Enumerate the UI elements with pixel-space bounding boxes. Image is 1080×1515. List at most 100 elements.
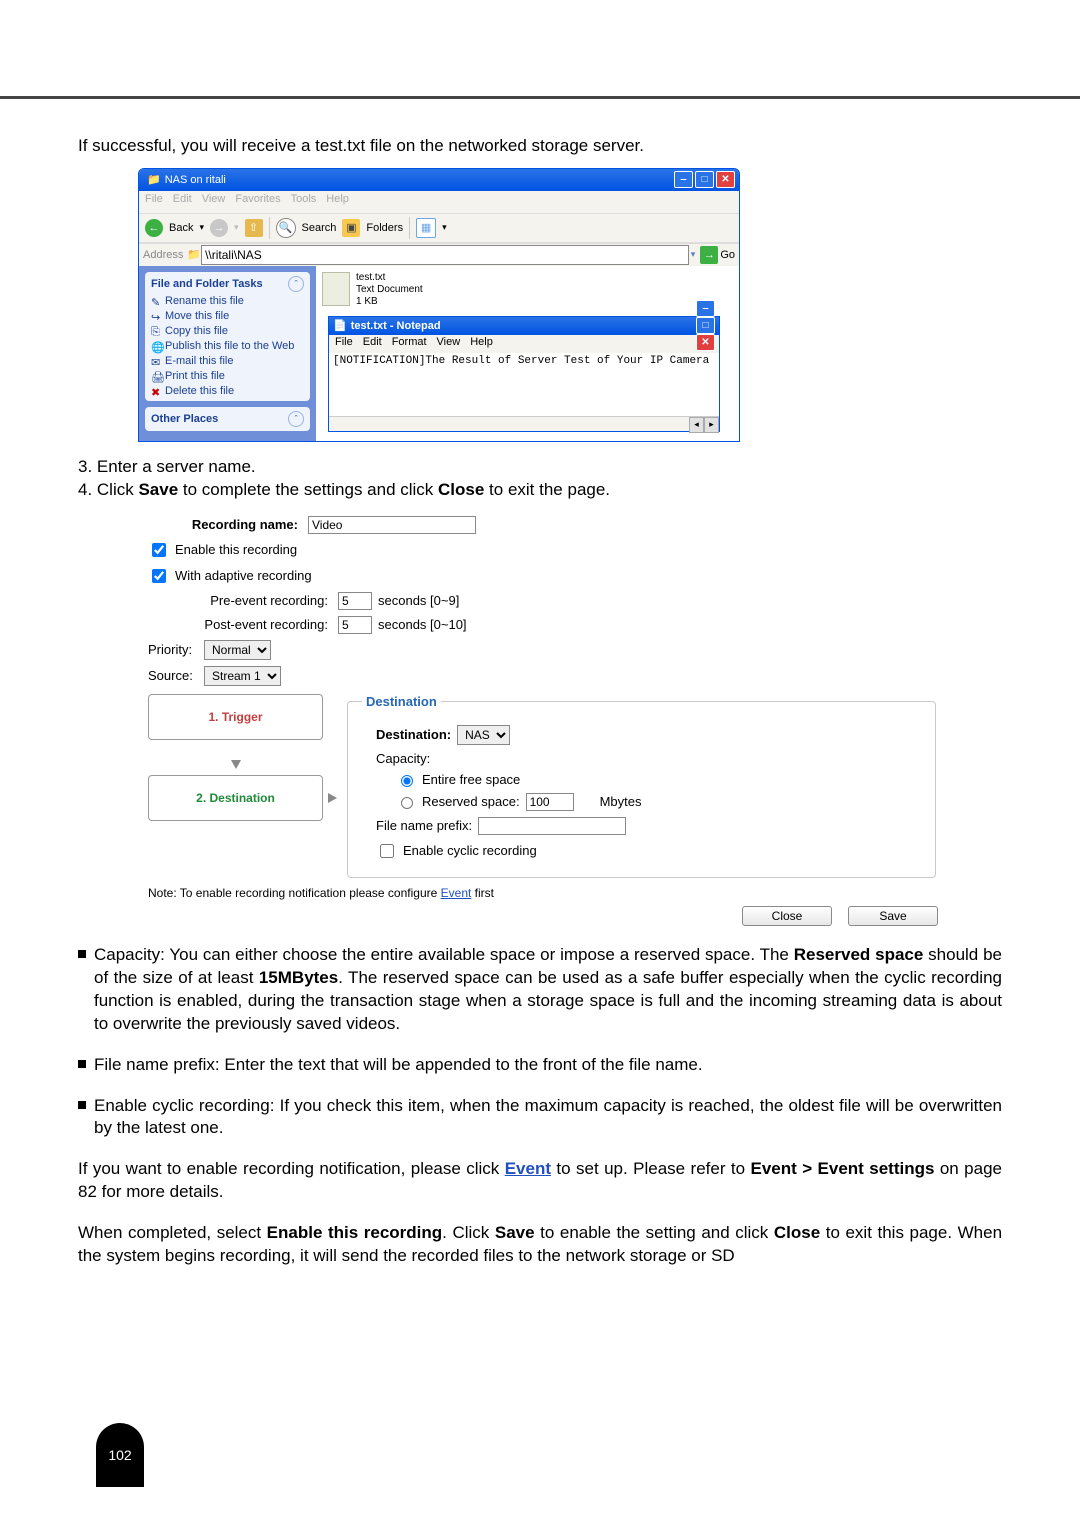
back-icon[interactable]: ← <box>145 219 163 237</box>
prefix-input[interactable] <box>478 817 626 835</box>
search-label[interactable]: Search <box>302 222 337 234</box>
page-header <box>0 0 1080 99</box>
source-select[interactable]: Stream 1 <box>204 666 281 686</box>
explorer-titlebar: 📁 NAS on ritali ‒ □ ✕ <box>139 169 739 191</box>
arrow-down-icon <box>231 760 241 769</box>
reserved-space-radio[interactable] <box>401 797 413 809</box>
sidebar-tasks-title: File and Folder Tasks <box>151 278 263 290</box>
textfile-icon <box>322 272 350 306</box>
close-button[interactable]: Close <box>742 906 832 926</box>
explorer-sidebar: File and Folder Tasks ˆ ✎Rename this file… <box>139 266 316 441</box>
post-event-label: Post-event recording: <box>178 617 328 632</box>
arrow-right-icon <box>328 793 337 803</box>
source-label: Source: <box>148 668 198 683</box>
pre-event-label: Pre-event recording: <box>178 593 328 608</box>
reserved-space-unit: Mbytes <box>600 794 642 809</box>
destination-label: Destination: <box>376 727 451 742</box>
task-publish[interactable]: 🌐Publish this file to the Web <box>151 340 304 352</box>
file-size: 1 KB <box>356 296 423 308</box>
adaptive-recording-label: With adaptive recording <box>175 568 312 583</box>
task-email[interactable]: ✉E-mail this file <box>151 355 304 367</box>
folder-icon: 📁 <box>147 173 161 186</box>
forward-icon[interactable]: → <box>210 219 228 237</box>
folders-icon[interactable]: ▣ <box>342 219 360 237</box>
task-rename[interactable]: ✎Rename this file <box>151 295 304 307</box>
step-destination[interactable]: 2. Destination <box>148 775 323 821</box>
notepad-window: 📄 test.txt - Notepad ‒ □ ✕ FileEditForma… <box>328 316 720 432</box>
pre-event-unit: seconds [0~9] <box>378 593 459 608</box>
file-item[interactable]: test.txt Text Document 1 KB <box>322 272 733 308</box>
notepad-title: test.txt - Notepad <box>351 320 441 332</box>
event-link-2[interactable]: Event <box>505 1159 551 1178</box>
file-name: test.txt <box>356 272 423 284</box>
task-delete[interactable]: ✖Delete this file <box>151 385 304 397</box>
explorer-window: 📁 NAS on ritali ‒ □ ✕ FileEditViewFavori… <box>138 168 740 442</box>
view-icon[interactable]: ▦ <box>416 218 436 238</box>
explorer-menubar[interactable]: FileEditViewFavoritesToolsHelp <box>139 191 739 213</box>
address-label: Address <box>143 249 183 261</box>
enable-recording-checkbox[interactable] <box>152 543 166 557</box>
up-icon[interactable]: ⇧ <box>245 219 263 237</box>
recording-settings: Recording name: Enable this recording Wi… <box>148 516 938 926</box>
reserved-space-input[interactable] <box>526 793 574 811</box>
scroll-right-icon[interactable]: ▸ <box>704 417 719 433</box>
recording-name-label: Recording name: <box>148 517 298 532</box>
file-type: Text Document <box>356 284 423 296</box>
notepad-icon: 📄 <box>333 319 347 332</box>
bullet-icon <box>78 1101 86 1109</box>
destination-legend: Destination <box>362 694 441 709</box>
bullet-capacity: Capacity: You can either choose the enti… <box>94 944 1002 1036</box>
adaptive-recording-checkbox[interactable] <box>152 569 166 583</box>
save-button[interactable]: Save <box>848 906 938 926</box>
explorer-main: test.txt Text Document 1 KB 📄 test.txt -… <box>316 266 739 441</box>
collapse-icon[interactable]: ˆ <box>288 276 304 292</box>
enable-recording-label: Enable this recording <box>175 542 297 557</box>
maximize-button[interactable]: □ <box>695 171 714 188</box>
np-close-button[interactable]: ✕ <box>696 334 715 351</box>
cyclic-checkbox[interactable] <box>380 844 394 858</box>
scroll-left-icon[interactable]: ◂ <box>689 417 704 433</box>
close-button[interactable]: ✕ <box>716 171 735 188</box>
pre-event-input[interactable] <box>338 592 372 610</box>
folders-label[interactable]: Folders <box>366 222 403 234</box>
event-paragraph: If you want to enable recording notifica… <box>78 1158 1002 1204</box>
bullet-icon <box>78 1060 86 1068</box>
explorer-title: NAS on ritali <box>165 174 226 186</box>
folder-small-icon: 📁 <box>187 248 201 261</box>
notepad-content[interactable]: [NOTIFICATION]The Result of Server Test … <box>329 353 719 413</box>
event-link[interactable]: Event <box>441 886 472 900</box>
completion-paragraph: When completed, select Enable this recor… <box>78 1222 1002 1268</box>
entire-space-radio[interactable] <box>401 775 413 787</box>
bullet-prefix: File name prefix: Enter the text that wi… <box>94 1054 1002 1077</box>
search-icon[interactable]: 🔍 <box>276 218 296 238</box>
collapse-icon[interactable]: ˆ <box>288 411 304 427</box>
dropdown-icon[interactable]: ▾ <box>691 249 696 260</box>
post-event-input[interactable] <box>338 616 372 634</box>
go-label[interactable]: Go <box>720 249 735 261</box>
address-input[interactable] <box>201 245 689 265</box>
page-number: 102 <box>96 1423 144 1487</box>
np-minimize-button[interactable]: ‒ <box>696 300 715 317</box>
go-button[interactable]: → <box>700 246 718 264</box>
task-copy[interactable]: ⎘Copy this file <box>151 325 304 337</box>
priority-label: Priority: <box>148 642 198 657</box>
priority-select[interactable]: Normal <box>204 640 271 660</box>
recording-name-input[interactable] <box>308 516 476 534</box>
task-print[interactable]: 🖨Print this file <box>151 370 304 382</box>
explorer-toolbar: ← Back ▾ → ▾ ⇧ 🔍 Search ▣ Folders ▦▾ <box>139 213 739 243</box>
minimize-button[interactable]: ‒ <box>674 171 693 188</box>
prefix-label: File name prefix: <box>376 818 472 833</box>
intro-text: If successful, you will receive a test.t… <box>78 135 1002 158</box>
step-3: 3. Enter a server name. <box>78 456 1002 479</box>
notepad-menubar[interactable]: FileEditFormatViewHelp <box>329 335 719 353</box>
destination-select[interactable]: NAS <box>457 725 510 745</box>
destination-fieldset: Destination Destination: NAS Capacity: E… <box>347 694 936 878</box>
post-event-unit: seconds [0~10] <box>378 617 467 632</box>
np-maximize-button[interactable]: □ <box>696 317 715 334</box>
entire-space-label: Entire free space <box>422 772 520 787</box>
task-move[interactable]: ↪Move this file <box>151 310 304 322</box>
back-label[interactable]: Back <box>169 222 193 234</box>
step-trigger[interactable]: 1. Trigger <box>148 694 323 740</box>
step-4: 4. Click Save to complete the settings a… <box>78 479 1002 502</box>
cyclic-label: Enable cyclic recording <box>403 843 537 858</box>
